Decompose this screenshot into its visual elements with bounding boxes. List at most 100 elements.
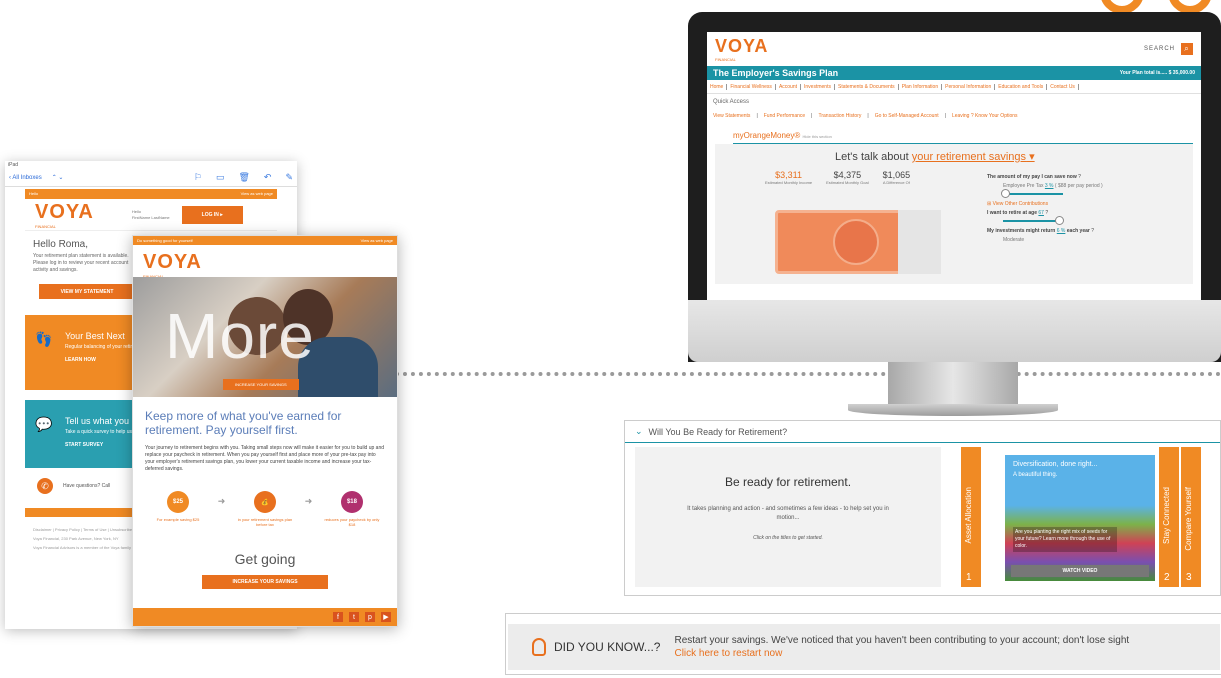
facebook-icon[interactable]: f — [333, 612, 343, 622]
nav-financial-wellness[interactable]: Financial Wellness — [727, 83, 776, 90]
step-caption: in your retirement savings plan before t… — [237, 517, 293, 527]
ready-panel-header[interactable]: ⌄ Will You Be Ready for Retirement? — [625, 421, 1220, 443]
calculator-inputs: The amount of my pay I can save now ? Em… — [987, 174, 1197, 246]
promo-email: Do something good for yourself View as w… — [132, 235, 398, 627]
stat-difference: $1,065 A Difference Of — [882, 170, 911, 185]
plan-title: The Employer's Savings Plan — [713, 68, 839, 78]
main-nav: Home Financial Wellness Account Investme… — [707, 80, 1201, 94]
step-3: $18 reduces your paycheck by only $18 — [321, 491, 383, 527]
quick-link-leaving[interactable]: Leaving ? Know Your Options — [952, 113, 1018, 119]
video-panel: Diversification, done right... A beautif… — [1005, 455, 1155, 581]
topic-dropdown[interactable]: your retirement savings ▾ — [912, 151, 1035, 163]
increase-savings-button[interactable]: INCREASE YOUR SAVINGS — [202, 575, 328, 589]
pretax-slider[interactable] — [1001, 189, 1063, 198]
ready-instructions: Click on the titles to get started. — [753, 535, 823, 541]
footsteps-icon: 👣 — [35, 331, 53, 347]
promo-body: Your journey to retirement begins with y… — [145, 445, 385, 472]
step-2: 💰 in your retirement savings plan before… — [234, 491, 296, 527]
nav-personal-information[interactable]: Personal Information — [942, 83, 996, 90]
step-caption: For example saving $25 — [156, 517, 200, 522]
pretax-input[interactable]: 3 % — [1045, 183, 1054, 189]
hero-image: More INCREASE YOUR SAVINGS — [133, 277, 397, 397]
nav-education-tools[interactable]: Education and Tools — [995, 83, 1048, 90]
quick-link-fund-performance[interactable]: Fund Performance — [764, 113, 805, 119]
search-area[interactable]: SEARCH ⌕ — [1144, 43, 1193, 55]
quick-link-statements[interactable]: View Statements — [713, 113, 750, 119]
return-input[interactable]: 6 % — [1057, 228, 1066, 234]
email-header: VOYA FINANCIAL Hello FirstName LastName LO… — [25, 199, 277, 231]
start-survey-link[interactable]: START SURVEY — [65, 442, 136, 448]
hide-section-link[interactable]: Hide this section — [803, 134, 832, 139]
did-you-know-message: Restart your savings. We've noticed that… — [674, 634, 1129, 660]
did-you-know-inner: DID YOU KNOW...? Restart your savings. W… — [508, 624, 1220, 670]
reply-icon[interactable]: ↶ — [264, 172, 272, 183]
tab-compare-yourself[interactable]: Compare Yourself 3 — [1181, 447, 1201, 587]
twitter-icon[interactable]: t — [349, 612, 359, 622]
step-circle: $18 — [340, 491, 363, 513]
nav-account[interactable]: Account — [776, 83, 802, 90]
promo-top-strip: Do something good for yourself View as w… — [133, 236, 397, 245]
chevron-down-icon: ⌄ — [635, 426, 643, 436]
shortfall-overlay — [898, 210, 941, 274]
restart-link[interactable]: Click here to restart now — [674, 647, 1129, 660]
hero-word: More — [165, 300, 315, 372]
youtube-icon[interactable]: ▶ — [381, 612, 391, 622]
portrait-oval — [833, 219, 879, 265]
hero-button[interactable]: INCREASE YOUR SAVINGS — [223, 379, 299, 390]
search-label: SEARCH — [1143, 46, 1175, 52]
pinterest-icon[interactable]: p — [365, 612, 375, 622]
tab-stay-connected[interactable]: Stay Connected 2 — [1159, 447, 1179, 587]
video-title: Diversification, done right... — [1013, 461, 1098, 468]
view-web-link[interactable]: View as web page — [361, 238, 393, 243]
nav-statements[interactable]: Statements & Documents — [835, 83, 899, 90]
voya-logo: VOYAFINANCIAL — [35, 200, 94, 229]
quick-link-transaction-history[interactable]: Transaction History — [818, 113, 861, 119]
savings-steps: $25 For example saving $25 ➜ 💰 in your r… — [147, 491, 383, 527]
tile-title: Tell us what you — [65, 416, 130, 426]
view-web-link[interactable]: View as web page — [241, 191, 273, 197]
arrow-right-icon: ➜ — [217, 496, 226, 506]
quick-links: View Statements | Fund Performance | Trans… — [713, 113, 1018, 119]
help-icon[interactable]: ? — [1091, 228, 1094, 234]
view-statement-button[interactable]: VIEW MY STATEMENT — [39, 284, 135, 299]
folder-icon[interactable]: ▭ — [216, 172, 225, 183]
chevron-up-icon[interactable]: ⌃ — [52, 174, 57, 181]
flag-icon[interactable]: ⚐ — [194, 172, 202, 183]
help-icon[interactable]: ? — [1078, 174, 1081, 180]
promo-headline: Keep more of what you've earned for reti… — [145, 409, 342, 437]
view-other-contributions[interactable]: ⊞ View Other Contributions — [987, 201, 1197, 207]
stat-goal: $4,375 Estimated Monthly Goal — [826, 170, 869, 185]
tile-body: Take a quick survey to help us... — [65, 429, 137, 435]
back-link[interactable]: ‹ All Inboxes — [9, 175, 42, 181]
nav-investments[interactable]: Investments — [801, 83, 835, 90]
help-icon[interactable]: ? — [1045, 210, 1048, 216]
quick-link-self-managed[interactable]: Go to Self-Managed Account — [875, 113, 939, 119]
watch-video-button[interactable]: WATCH VIDEO — [1011, 565, 1149, 577]
monitor-screen: VOYA FINANCIAL SEARCH ⌕ The Employer's Sav… — [707, 32, 1201, 300]
nav-home[interactable]: Home — [707, 83, 728, 90]
search-icon[interactable]: ⌕ — [1181, 43, 1193, 55]
login-button[interactable]: LOG IN ▸ — [181, 205, 243, 224]
top-strip-left: Hello — [29, 191, 39, 196]
voya-logo[interactable]: VOYA FINANCIAL — [715, 36, 768, 62]
step-circle: $25 — [167, 491, 189, 513]
mail-toolbar: ‹ All Inboxes ⌃ ⌄ ⚐ ▭ 🗑 ↶ ✎ — [5, 169, 297, 187]
nav-contact-us[interactable]: Contact Us — [1047, 83, 1079, 90]
nav-plan-information[interactable]: Plan Information — [899, 83, 943, 90]
stat-income: $3,311 Estimated Monthly Income — [765, 170, 813, 185]
chevron-down-icon[interactable]: ⌄ — [58, 174, 63, 181]
money-bag-icon: 💰 — [253, 491, 276, 513]
video-subtitle: A beautiful thing. — [1013, 472, 1058, 478]
retire-age-input[interactable]: 67 — [1038, 210, 1044, 216]
talk-heading: Let's talk about your retirement savings… — [835, 151, 1035, 163]
retire-age-slider[interactable] — [1003, 216, 1064, 225]
arrow-right-icon: ➜ — [304, 496, 313, 506]
ready-intro: Be ready for retirement. It takes planni… — [635, 447, 941, 587]
retirement-calculator: Let's talk about your retirement savings… — [715, 144, 1193, 284]
compose-icon[interactable]: ✎ — [285, 172, 293, 183]
trash-icon[interactable]: 🗑 — [238, 172, 249, 183]
monitor-stand — [888, 362, 1018, 406]
monitor-base — [848, 404, 1058, 416]
tab-asset-allocation[interactable]: Asset Allocation 1 — [961, 447, 981, 587]
save-label: The amount of my pay I can save now — [987, 174, 1077, 180]
